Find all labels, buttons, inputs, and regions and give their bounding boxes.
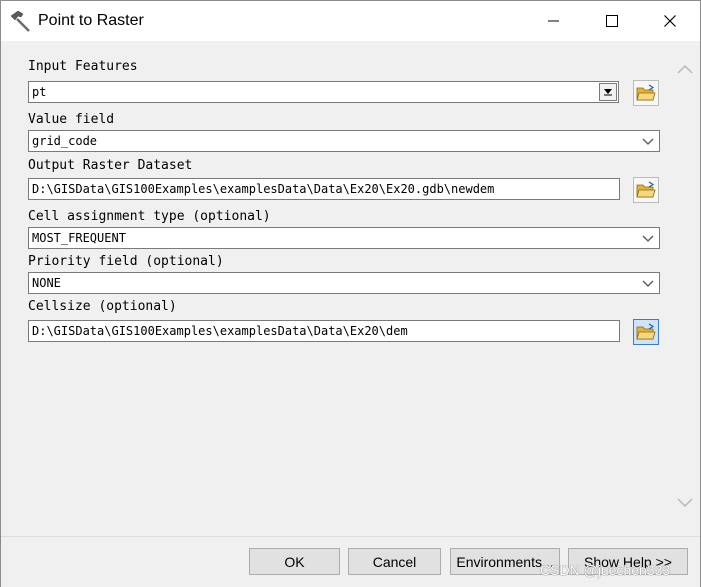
minimize-button[interactable] — [531, 1, 577, 41]
folder-open-icon — [636, 181, 656, 198]
folder-open-icon — [636, 323, 656, 340]
input-features-combo[interactable]: pt — [28, 81, 619, 103]
output-raster-input[interactable]: D:\GISData\GIS100Examples\examplesData\D… — [28, 178, 620, 200]
output-raster-browse-button[interactable] — [633, 177, 659, 203]
chevron-down-icon — [642, 138, 654, 145]
ok-button[interactable]: OK — [249, 548, 340, 575]
scroll-up-icon[interactable] — [676, 63, 694, 75]
cellsize-input[interactable]: D:\GISData\GIS100Examples\examplesData\D… — [28, 320, 620, 342]
input-features-dropdown-button[interactable] — [599, 83, 617, 101]
title-bar: Point to Raster — [1, 1, 700, 41]
dropdown-arrow-icon — [604, 89, 612, 96]
priority-field-value: NONE — [32, 276, 61, 290]
input-features-label: Input Features — [28, 59, 138, 74]
hammer-icon — [9, 9, 33, 33]
value-field-label: Value field — [28, 112, 115, 127]
cell-assignment-combo[interactable]: MOST_FREQUENT — [28, 227, 660, 249]
form-area: Input Features pt Value field grid_code … — [1, 41, 700, 586]
maximize-icon — [606, 15, 618, 27]
priority-field-combo[interactable]: NONE — [28, 272, 660, 294]
dialog-window: Point to Raster Input Features pt Value … — [0, 0, 701, 587]
output-raster-label: Output Raster Dataset — [28, 158, 193, 173]
value-field-combo[interactable]: grid_code — [28, 130, 660, 152]
cellsize-browse-button[interactable] — [633, 319, 659, 345]
minimize-icon — [548, 20, 559, 22]
close-icon — [664, 15, 676, 27]
chevron-down-icon — [642, 235, 654, 242]
input-features-browse-button[interactable] — [633, 80, 659, 106]
priority-field-label: Priority field (optional) — [28, 254, 224, 269]
folder-open-icon — [636, 84, 656, 101]
cell-assignment-label: Cell assignment type (optional) — [28, 209, 271, 224]
watermark: CSDN @juechen333 — [540, 562, 671, 578]
button-bar: OK Cancel Environments... Show Help >> C… — [1, 536, 700, 587]
maximize-button[interactable] — [589, 1, 635, 41]
input-features-value: pt — [32, 85, 47, 99]
cell-assignment-value: MOST_FREQUENT — [32, 231, 126, 245]
value-field-value: grid_code — [32, 134, 98, 148]
window-title: Point to Raster — [38, 12, 144, 29]
chevron-down-icon — [642, 280, 654, 287]
cancel-button[interactable]: Cancel — [348, 548, 441, 575]
cellsize-label: Cellsize (optional) — [28, 299, 177, 314]
close-button[interactable] — [647, 1, 693, 41]
scroll-down-icon[interactable] — [676, 497, 694, 509]
